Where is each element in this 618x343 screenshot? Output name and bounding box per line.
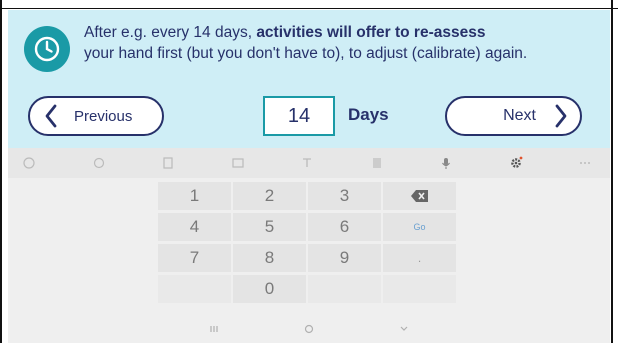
more-icon[interactable] <box>578 156 592 170</box>
key-7[interactable]: 7 <box>158 244 231 272</box>
key-0[interactable]: 0 <box>233 275 306 303</box>
numeric-keyboard: 1 2 3 4 5 6 Go 7 8 9 . 0 <box>8 148 610 343</box>
previous-button-label: Previous <box>74 107 133 125</box>
clock-icon <box>24 26 70 72</box>
clipboard-icon[interactable] <box>161 156 175 170</box>
info-text-lead: After e.g. every 14 days, <box>84 24 257 41</box>
keyboard-toolbar <box>8 148 610 178</box>
key-6[interactable]: 6 <box>308 213 381 241</box>
go-key[interactable]: Go <box>383 213 456 241</box>
days-unit-label: Days <box>348 105 389 124</box>
key-3[interactable]: 3 <box>308 182 381 210</box>
key-9[interactable]: 9 <box>308 244 381 272</box>
key-5[interactable]: 5 <box>233 213 306 241</box>
backspace-icon <box>410 190 428 202</box>
empty-key <box>383 275 456 303</box>
translate-icon[interactable] <box>22 156 36 170</box>
info-text-bold: activities will offer to re-assess <box>256 24 486 41</box>
next-button[interactable]: Next <box>445 96 582 136</box>
info-banner: After e.g. every 14 days, activities wil… <box>20 18 605 78</box>
navigation-row: Previous 14 Days Next <box>8 92 610 140</box>
notes-icon[interactable] <box>370 156 384 170</box>
keyboard-layout-icon[interactable] <box>231 156 245 170</box>
microphone-icon[interactable] <box>439 156 453 170</box>
empty-key <box>158 275 231 303</box>
numeric-keypad: 1 2 3 4 5 6 Go 7 8 9 . 0 <box>158 182 458 306</box>
key-row: 1 2 3 <box>158 182 458 210</box>
chevron-right-icon <box>550 101 572 131</box>
top-border-line <box>0 8 618 9</box>
decimal-key[interactable]: . <box>383 244 456 272</box>
key-row: 7 8 9 . <box>158 244 458 272</box>
system-navigation-bar <box>8 318 610 343</box>
key-2[interactable]: 2 <box>233 182 306 210</box>
info-text-tail: your hand first (but you don't have to),… <box>84 45 528 62</box>
days-input[interactable]: 14 <box>263 96 335 136</box>
recent-apps-icon[interactable] <box>209 325 219 336</box>
left-border-line <box>0 0 2 343</box>
backspace-key[interactable] <box>383 182 456 210</box>
key-4[interactable]: 4 <box>158 213 231 241</box>
info-text: After e.g. every 14 days, activities wil… <box>84 22 604 64</box>
key-1[interactable]: 1 <box>158 182 231 210</box>
key-row: 4 5 6 Go <box>158 213 458 241</box>
key-row: 0 <box>158 275 458 303</box>
key-8[interactable]: 8 <box>233 244 306 272</box>
home-icon[interactable] <box>304 324 314 337</box>
emoji-icon[interactable] <box>92 156 106 170</box>
next-button-label: Next <box>503 107 536 124</box>
right-border-line <box>611 0 613 343</box>
empty-key <box>308 275 381 303</box>
hide-keyboard-icon[interactable] <box>399 325 409 336</box>
app-screen: After e.g. every 14 days, activities wil… <box>8 10 610 343</box>
chevron-left-icon <box>40 101 62 131</box>
text-format-icon[interactable] <box>300 156 314 170</box>
previous-button[interactable]: Previous <box>28 96 164 136</box>
settings-icon[interactable] <box>509 156 523 170</box>
